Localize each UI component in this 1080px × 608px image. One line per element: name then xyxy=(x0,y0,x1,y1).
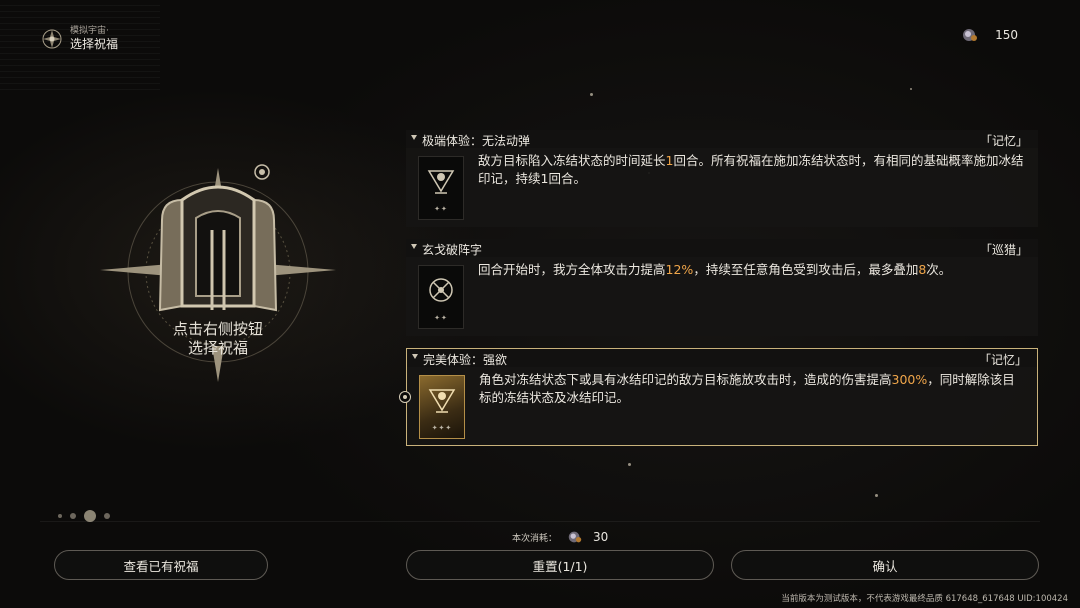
blessing-title: 玄戈破阵字 xyxy=(422,243,483,257)
blessing-title: 极端体验：无法动弹 xyxy=(422,134,531,148)
blessing-card[interactable]: 玄戈破阵字 「巡猎」 ✦✦ 回合开始时，我方全体攻击力提高12%，持续至任意角色… xyxy=(406,239,1038,336)
selection-indicator-icon xyxy=(399,391,411,403)
blessing-description: 角色对冻结状态下或具有冰结印记的敌方目标施放攻击时，造成的伤害提高300%，同时… xyxy=(479,372,1015,405)
blessing-card-selected[interactable]: 完美体验：强欲 「记忆」 ✦✦✦ 角色对冻结状态下或具有冰结印记的敌方目标施放攻… xyxy=(406,348,1038,446)
triangle-icon xyxy=(412,354,418,359)
cost-label: 本次消耗： xyxy=(512,533,558,544)
triangle-icon xyxy=(411,244,417,249)
star-decor xyxy=(875,494,878,497)
blessing-path: 「巡猎」 xyxy=(979,243,1028,257)
blessing-image: ✦✦ xyxy=(418,156,464,220)
blessing-description: 敌方目标陷入冻结状态的时间延长1回合。所有祝福在施加冻结状态时，有相同的基础概率… xyxy=(478,153,1024,186)
cosmic-fragment-icon xyxy=(963,29,978,41)
currency-display: 150 xyxy=(961,26,1018,44)
star-decor xyxy=(910,88,912,90)
rarity-stars: ✦✦ xyxy=(434,205,448,213)
blessing-description: 回合开始时，我方全体攻击力提高12%，持续至任意角色受到攻击后，最多叠加8次。 xyxy=(478,262,952,277)
pager-dot xyxy=(58,514,62,518)
blessing-path: 「记忆」 xyxy=(979,134,1028,148)
page-title: 选择祝福 xyxy=(70,37,119,51)
pager-dot xyxy=(104,513,110,519)
blessing-image: ✦✦✦ xyxy=(419,375,465,439)
blessing-card-header: 玄戈破阵字 「巡猎」 xyxy=(406,239,1038,257)
divider xyxy=(40,521,1040,522)
star-decor xyxy=(628,463,631,466)
page-header: 模拟宇宙· 选择祝福 xyxy=(40,26,118,52)
blessing-path: 「记忆」 xyxy=(978,353,1027,367)
emblem-hint: 点击右侧按钮 选择祝福 xyxy=(100,320,336,358)
view-blessings-button[interactable]: 查看已有祝福 xyxy=(54,550,268,580)
reset-button[interactable]: 重置(1/1) xyxy=(406,550,714,580)
blessing-card-header: 极端体验：无法动弹 「记忆」 xyxy=(406,130,1038,148)
confirm-button[interactable]: 确认 xyxy=(731,550,1039,580)
rarity-stars: ✦✦✦ xyxy=(431,424,453,432)
currency-value: 150 xyxy=(995,28,1018,42)
header-subtitle: 模拟宇宙· xyxy=(70,26,109,36)
emblem-hint-line1: 点击右侧按钮 xyxy=(172,320,263,338)
blessing-image: ✦✦ xyxy=(418,265,464,329)
rarity-stars: ✦✦ xyxy=(434,314,448,322)
cost-display: 本次消耗： 30 xyxy=(512,529,608,545)
blessing-card[interactable]: 极端体验：无法动弹 「记忆」 ✦✦ 敌方目标陷入冻结状态的时间延长1回合。所有祝… xyxy=(406,130,1038,227)
blessing-title: 完美体验：强欲 xyxy=(423,353,508,367)
cosmic-fragment-icon xyxy=(568,531,582,543)
version-footer: 当前版本为测试版本，不代表游戏最终品质 617648_617648 UID:10… xyxy=(781,594,1068,604)
blessing-card-header: 完美体验：强欲 「记忆」 xyxy=(407,349,1037,367)
pager-dot xyxy=(70,513,76,519)
cost-value: 30 xyxy=(593,530,609,544)
emblem-hint-line2: 选择祝福 xyxy=(187,339,248,357)
star-decor xyxy=(590,93,593,96)
triangle-icon xyxy=(411,135,417,140)
simulated-universe-icon xyxy=(42,29,62,49)
